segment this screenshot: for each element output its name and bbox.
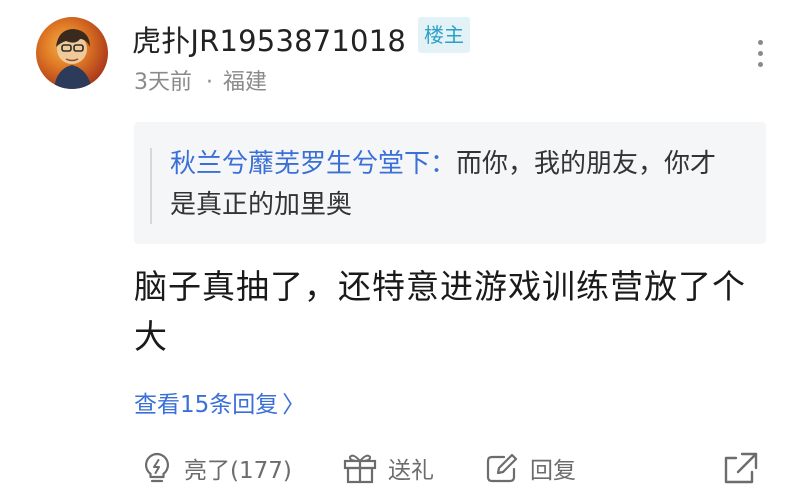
comment-meta: 3天前 · 福建	[134, 64, 267, 96]
gift-button[interactable]: 送礼	[342, 448, 434, 488]
quote-colon: ：	[430, 149, 457, 179]
post-time: 3天前	[134, 70, 192, 95]
quote-author[interactable]: 秋兰兮蘼芜罗生兮堂下	[170, 149, 430, 179]
like-button[interactable]: 亮了(177)	[140, 448, 292, 488]
quote-bar	[150, 148, 152, 224]
username[interactable]: 虎扑JR1953871018	[132, 18, 406, 60]
reply-label: 回复	[530, 458, 576, 484]
avatar[interactable]	[36, 17, 108, 89]
op-badge: 楼主	[418, 17, 470, 53]
reply-button[interactable]: 回复	[484, 448, 576, 488]
chevron-right-icon: 〉	[282, 392, 306, 418]
quote-text: 秋兰兮蘼芜罗生兮堂下：而你，我的朋友，你才是真正的加里奥	[170, 144, 740, 226]
meta-separator: ·	[206, 70, 213, 95]
like-count-label: 亮了(177)	[184, 458, 292, 484]
gift-icon	[343, 454, 377, 484]
lightbulb-icon	[145, 452, 169, 483]
view-replies-label: 查看15条回复	[134, 392, 279, 418]
more-vertical-icon[interactable]	[752, 40, 768, 70]
gift-label: 送礼	[388, 458, 434, 484]
post-location: 福建	[223, 70, 268, 95]
quoted-comment[interactable]: 秋兰兮蘼芜罗生兮堂下：而你，我的朋友，你才是真正的加里奥	[134, 122, 766, 244]
comment-body: 脑子真抽了，还特意进游戏训练营放了个大	[134, 267, 746, 356]
share-icon[interactable]	[722, 450, 760, 486]
avatar-illustration	[54, 29, 92, 89]
view-replies-link[interactable]: 查看15条回复〉	[134, 385, 305, 419]
edit-icon	[486, 453, 518, 483]
